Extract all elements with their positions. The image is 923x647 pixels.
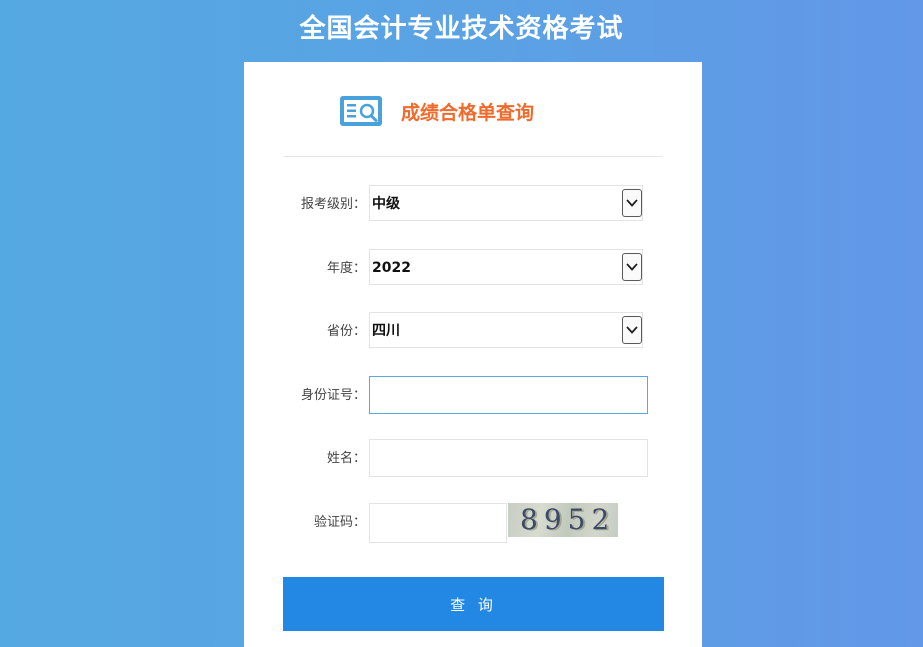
province-label: 省份： <box>326 324 366 339</box>
card-title: 成绩合格单查询 <box>401 101 535 124</box>
id-number-input[interactable] <box>369 376 648 414</box>
captcha-input[interactable] <box>369 503 507 543</box>
province-row: 省份： 四川 <box>244 312 702 348</box>
captcha-code: 8952 <box>520 503 616 536</box>
captcha-image[interactable]: 8952 8952 <box>508 503 618 537</box>
name-input[interactable] <box>369 439 648 477</box>
chevron-down-icon[interactable] <box>622 253 642 281</box>
year-select-value: 2022 <box>372 260 411 276</box>
level-label: 报考级别： <box>300 197 366 212</box>
divider <box>283 156 663 157</box>
captcha-row: 验证码： 8952 8952 <box>244 503 702 543</box>
province-select-value: 四川 <box>372 323 400 339</box>
level-row: 报考级别： 中级 <box>244 185 702 221</box>
name-label: 姓名： <box>326 451 366 466</box>
year-row: 年度： 2022 <box>244 249 702 285</box>
query-button[interactable]: 查 询 <box>283 577 664 631</box>
card-header: 成绩合格单查询 <box>339 94 534 128</box>
year-label: 年度： <box>326 261 366 276</box>
page-title: 全国会计专业技术资格考试 <box>299 14 624 44</box>
level-select[interactable]: 中级 <box>369 185 643 221</box>
id-number-row: 身份证号： <box>244 376 702 414</box>
year-select[interactable]: 2022 <box>369 249 643 285</box>
score-search-icon <box>340 96 382 126</box>
captcha-label: 验证码： <box>313 515 366 530</box>
province-select[interactable]: 四川 <box>369 312 643 348</box>
level-select-value: 中级 <box>372 196 400 212</box>
name-row: 姓名： <box>244 439 702 477</box>
chevron-down-icon[interactable] <box>622 189 642 217</box>
query-card: 成绩合格单查询 报考级别： 中级 年度： 2022 省份： 四川 身份证号： 姓… <box>244 62 702 647</box>
chevron-down-icon[interactable] <box>622 316 642 344</box>
id-number-label: 身份证号： <box>300 388 366 403</box>
